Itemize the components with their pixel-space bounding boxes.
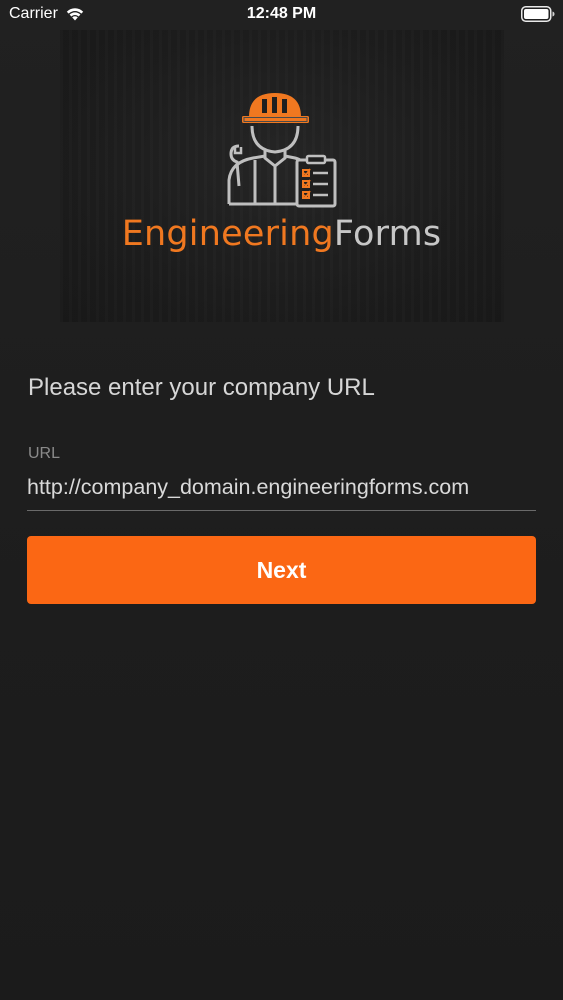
brand-wordmark-engineering: Engineering <box>121 214 334 254</box>
engineer-with-clipboard-icon <box>227 93 337 208</box>
battery-full-icon <box>521 6 555 22</box>
company-url-input[interactable] <box>27 468 536 511</box>
login-screen: Carrier 12:48 PM EngineeringForms Please… <box>0 0 563 1000</box>
url-field-label: URL <box>28 445 61 462</box>
company-url-prompt: Please enter your company URL <box>28 374 375 401</box>
status-bar: Carrier 12:48 PM <box>0 0 563 30</box>
brand-wordmark-forms: Forms <box>333 214 442 254</box>
brand-wordmark: EngineeringForms <box>0 214 563 254</box>
clock: 12:48 PM <box>246 5 317 22</box>
next-button[interactable]: Next <box>27 536 536 604</box>
